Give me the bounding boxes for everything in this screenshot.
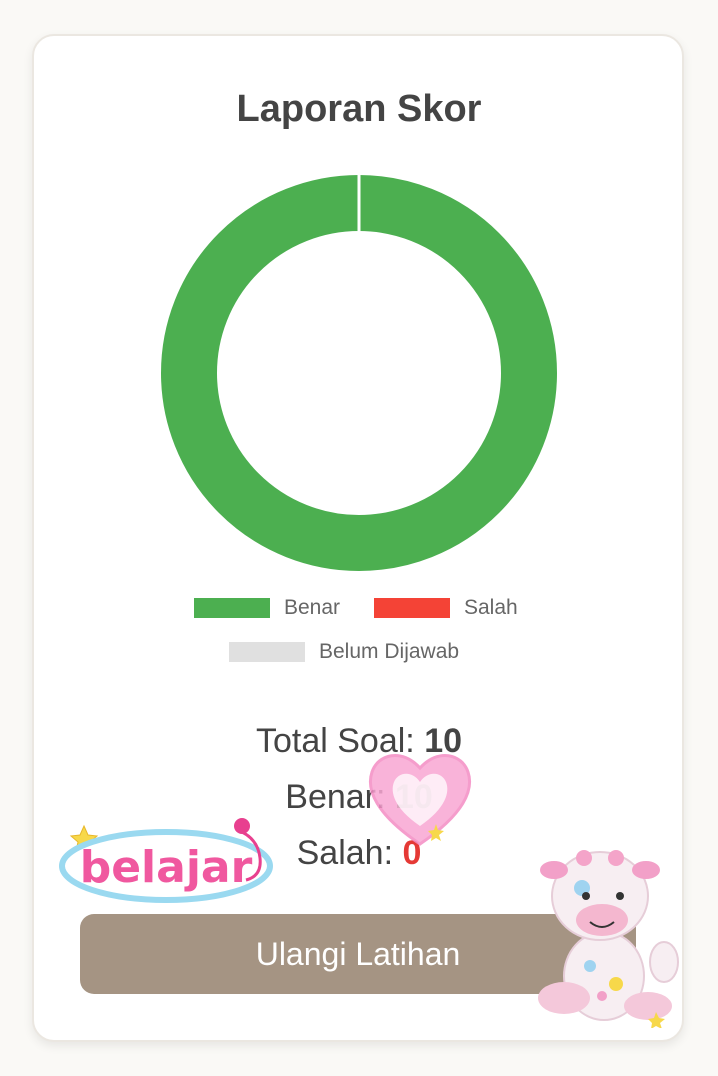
legend-label-benar: Benar xyxy=(284,596,341,619)
belajar-sticker: belajar xyxy=(59,818,273,903)
cow-plush-icon xyxy=(538,850,679,1028)
legend-swatch-benar xyxy=(194,598,270,618)
total-questions-stat: Total Soal: 10 xyxy=(0,722,718,761)
score-donut-chart xyxy=(161,175,557,571)
legend-label-belum-dijawab: Belum Dijawab xyxy=(319,640,460,663)
belajar-sticker-text: belajar xyxy=(80,842,253,893)
legend-item-belum-dijawab[interactable]: Belum Dijawab xyxy=(229,640,459,664)
page-title: Laporan Skor xyxy=(236,88,482,130)
heart-sticker-icon xyxy=(368,754,472,846)
legend-label-salah: Salah xyxy=(464,596,518,619)
legend-item-benar[interactable]: Benar xyxy=(194,596,340,620)
legend-swatch-belum-dijawab xyxy=(229,642,305,662)
donut-slice-benar xyxy=(161,175,557,571)
legend-item-salah[interactable]: Salah xyxy=(374,596,518,620)
legend-swatch-salah xyxy=(374,598,450,618)
